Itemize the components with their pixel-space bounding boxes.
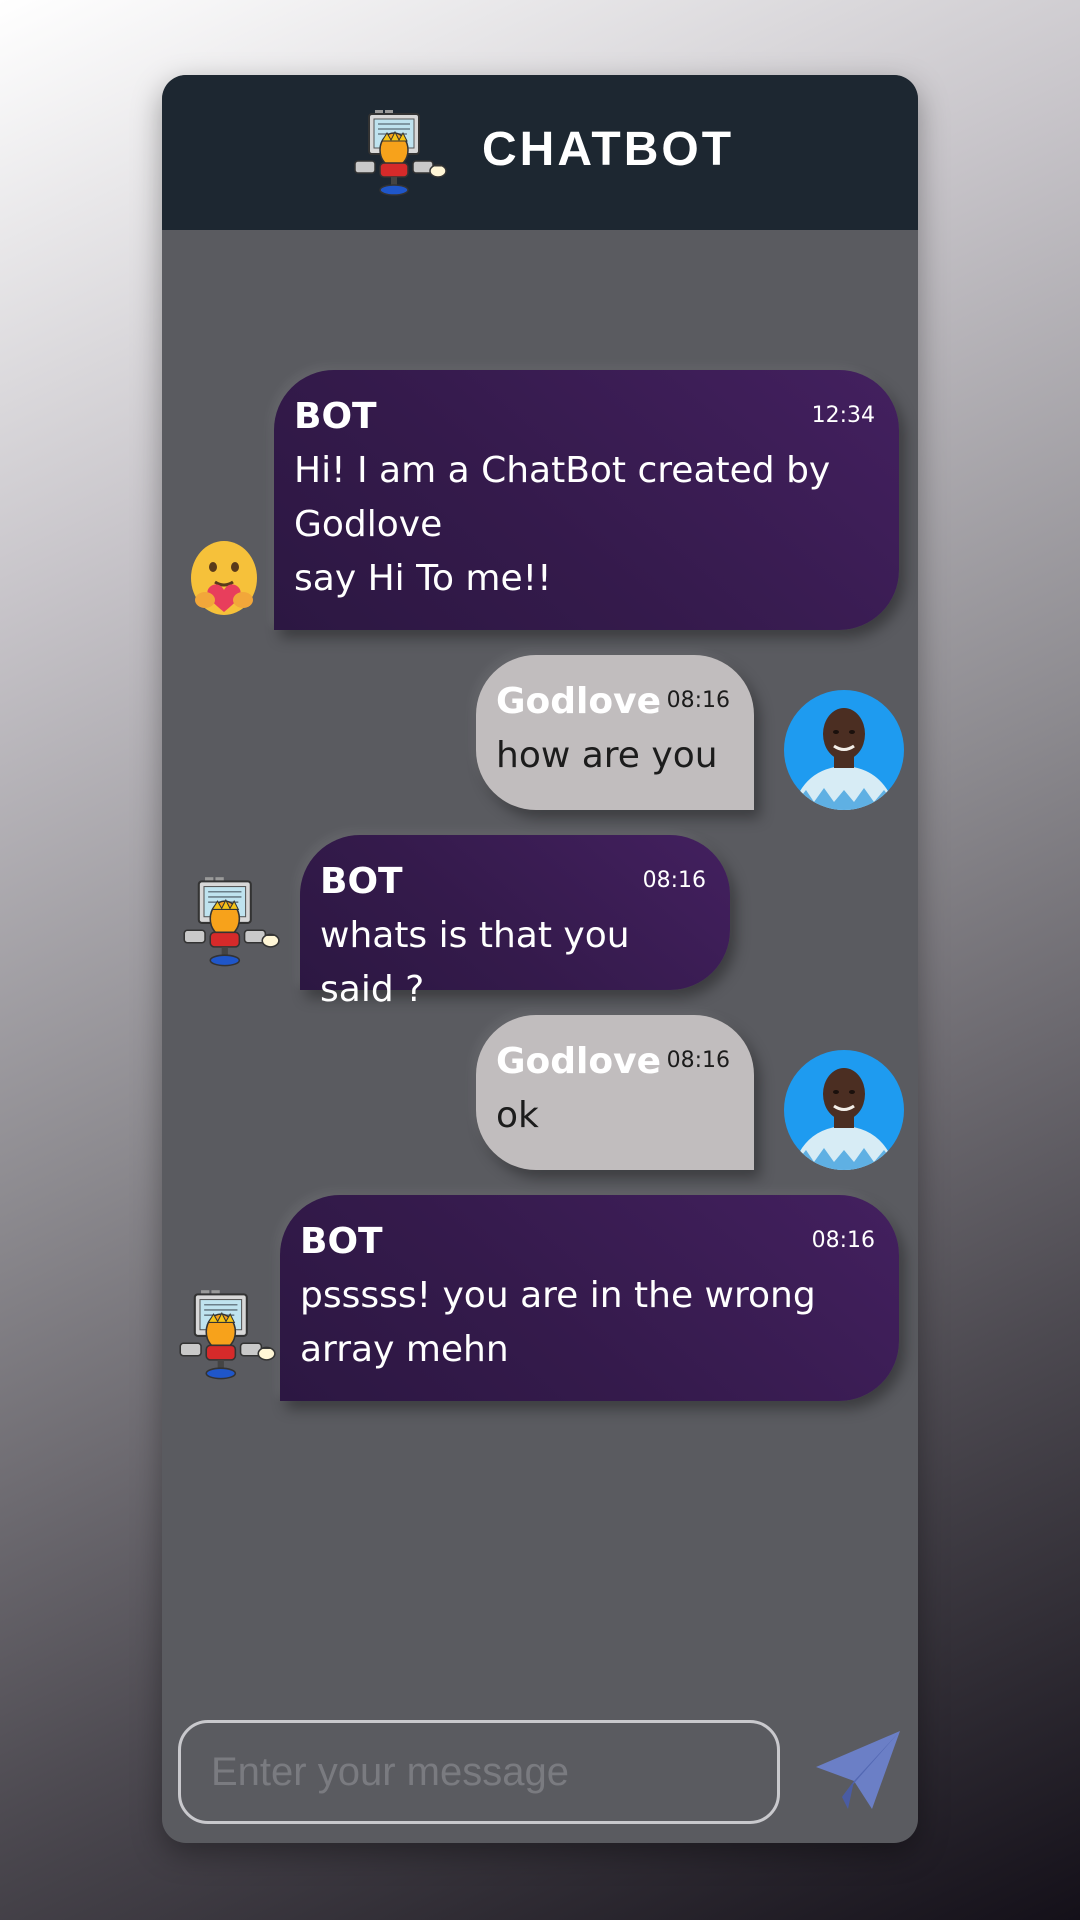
bot-message: BOT 08:16 psssss! you are in the wrong a… <box>280 1195 899 1401</box>
message-time: 08:16 <box>666 688 730 713</box>
sender-name: Godlove <box>496 681 662 722</box>
chat-header: CHATBOT <box>162 75 918 230</box>
message-time: 12:34 <box>811 403 875 428</box>
message-text: psssss! you are in the wrong array mehn <box>300 1275 816 1370</box>
robot-computer-icon <box>349 105 449 205</box>
message-text: whats is that you said ? <box>320 915 630 1010</box>
chat-window: CHATBOT BOT 12:34 Hi! I am a ChatBot cre… <box>162 75 918 1843</box>
message-time: 08:16 <box>666 1048 730 1073</box>
message-text: Hi! I am a ChatBot created by Godlove sa… <box>294 450 831 599</box>
bot-message: BOT 08:16 whats is that you said ? <box>300 835 730 1010</box>
user-message: Godlove 08:16 how are you <box>476 655 754 810</box>
user-avatar <box>784 1050 904 1170</box>
sender-name: BOT <box>320 861 403 902</box>
sender-name: BOT <box>300 1221 383 1262</box>
user-message: Godlove 08:16 ok <box>476 1015 754 1170</box>
message-time: 08:16 <box>642 868 706 893</box>
hugging-emoji-icon <box>191 541 257 615</box>
header-title: CHATBOT <box>482 123 735 176</box>
message-text: ok <box>496 1095 539 1136</box>
bot-message: BOT 12:34 Hi! I am a ChatBot created by … <box>274 370 899 630</box>
message-input[interactable] <box>178 1720 780 1824</box>
user-avatar <box>784 690 904 810</box>
robot-computer-icon <box>174 1285 278 1389</box>
robot-computer-icon <box>178 872 282 976</box>
paper-plane-icon[interactable] <box>812 1725 904 1817</box>
message-time: 08:16 <box>811 1228 875 1253</box>
message-text: how are you <box>496 735 718 776</box>
sender-name: BOT <box>294 396 377 437</box>
sender-name: Godlove <box>496 1041 662 1082</box>
